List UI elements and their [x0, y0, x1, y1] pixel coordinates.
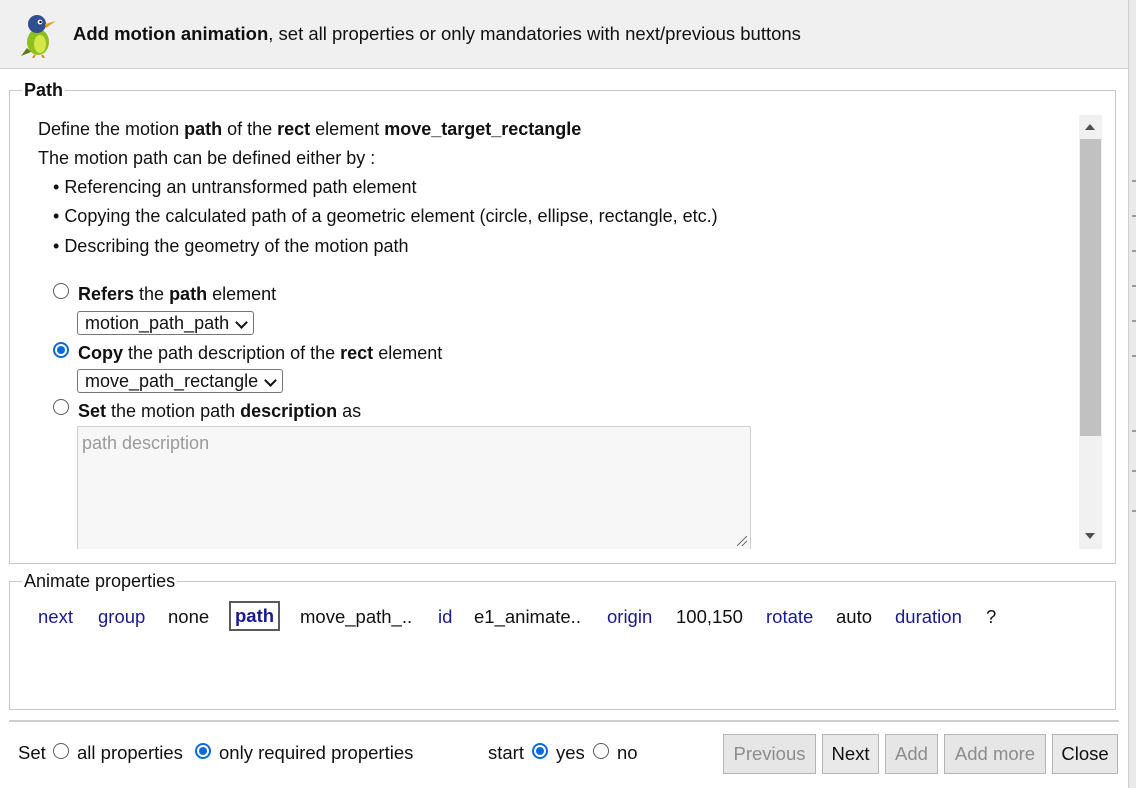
- prop-next-link[interactable]: next: [38, 606, 73, 628]
- path-description-textarea[interactable]: path description: [77, 426, 751, 549]
- next-button[interactable]: Next: [822, 734, 879, 774]
- close-button[interactable]: Close: [1052, 734, 1118, 774]
- prop-duration-value: ?: [986, 606, 997, 627]
- footer-divider: [9, 720, 1119, 722]
- path-scrollbar[interactable]: [1079, 115, 1102, 549]
- start-no-radio[interactable]: [593, 743, 609, 759]
- prop-origin-value: 100,150: [676, 606, 743, 627]
- prop-group-link[interactable]: group: [98, 606, 145, 628]
- window-edge: [1128, 0, 1136, 788]
- scrollbar-thumb[interactable]: [1080, 139, 1101, 436]
- start-yes-radio[interactable]: [532, 743, 548, 759]
- path-intro: Define the motion path of the rect eleme…: [38, 119, 582, 139]
- all-properties-radio[interactable]: [53, 743, 69, 759]
- start-label: start: [488, 742, 524, 763]
- prop-rotate-value: auto: [836, 606, 873, 627]
- previous-button[interactable]: Previous: [723, 734, 816, 774]
- add-more-button[interactable]: Add more: [944, 734, 1046, 774]
- prop-origin-link[interactable]: origin: [607, 606, 652, 628]
- textarea-placeholder: path description: [82, 433, 210, 453]
- scroll-up-arrow-icon[interactable]: [1085, 124, 1095, 130]
- dialog-header: Add motion animation, set all properties…: [0, 0, 1128, 69]
- prop-path-active-tab[interactable]: path: [229, 601, 281, 631]
- bird-logo-icon: [21, 15, 56, 58]
- required-properties-radio[interactable]: [195, 743, 211, 759]
- refers-label: Refers the path element: [78, 284, 277, 304]
- copy-label: Copy the path description of the rect el…: [78, 343, 443, 363]
- prop-path-value: move_path_..: [300, 606, 413, 627]
- path-element-select[interactable]: motion_path_path: [77, 311, 255, 335]
- bullet-item: Describing the geometry of the motion pa…: [53, 236, 408, 257]
- scroll-down-arrow-icon[interactable]: [1085, 533, 1095, 539]
- path-scroll-area: Define the motion path of the rect eleme…: [18, 115, 1078, 549]
- prop-group-value: none: [168, 606, 210, 627]
- all-properties-label: all properties: [77, 742, 183, 763]
- dialog-title: Add motion animation, set all properties…: [73, 23, 801, 44]
- path-either-by: The motion path can be defined either by…: [38, 148, 376, 168]
- set-description-radio[interactable]: [53, 399, 69, 415]
- chevron-down-icon: [264, 374, 277, 387]
- chevron-down-icon: [235, 316, 248, 329]
- bullet-item: Copying the calculated path of a geometr…: [53, 206, 717, 227]
- path-section-legend: Path: [24, 80, 64, 100]
- prop-id-link[interactable]: id: [438, 606, 452, 628]
- prop-id-value: e1_animate..: [474, 606, 581, 627]
- resize-grip-icon[interactable]: [737, 536, 747, 546]
- animate-properties-section: Animate properties: [9, 571, 1116, 710]
- set-description-label: Set the motion path description as: [78, 401, 362, 421]
- required-properties-label: only required properties: [219, 742, 414, 763]
- copy-radio[interactable]: [53, 342, 69, 358]
- start-yes-label: yes: [556, 742, 585, 763]
- refers-radio[interactable]: [53, 283, 69, 299]
- set-label: Set: [18, 742, 46, 763]
- add-button[interactable]: Add: [885, 734, 938, 774]
- start-no-label: no: [617, 742, 638, 763]
- prop-duration-link[interactable]: duration: [895, 606, 962, 628]
- animate-properties-legend: Animate properties: [24, 571, 176, 591]
- bullet-item: Referencing an untransformed path elemen…: [53, 177, 416, 198]
- prop-rotate-link[interactable]: rotate: [766, 606, 813, 628]
- rect-element-select[interactable]: move_path_rectangle: [77, 369, 284, 393]
